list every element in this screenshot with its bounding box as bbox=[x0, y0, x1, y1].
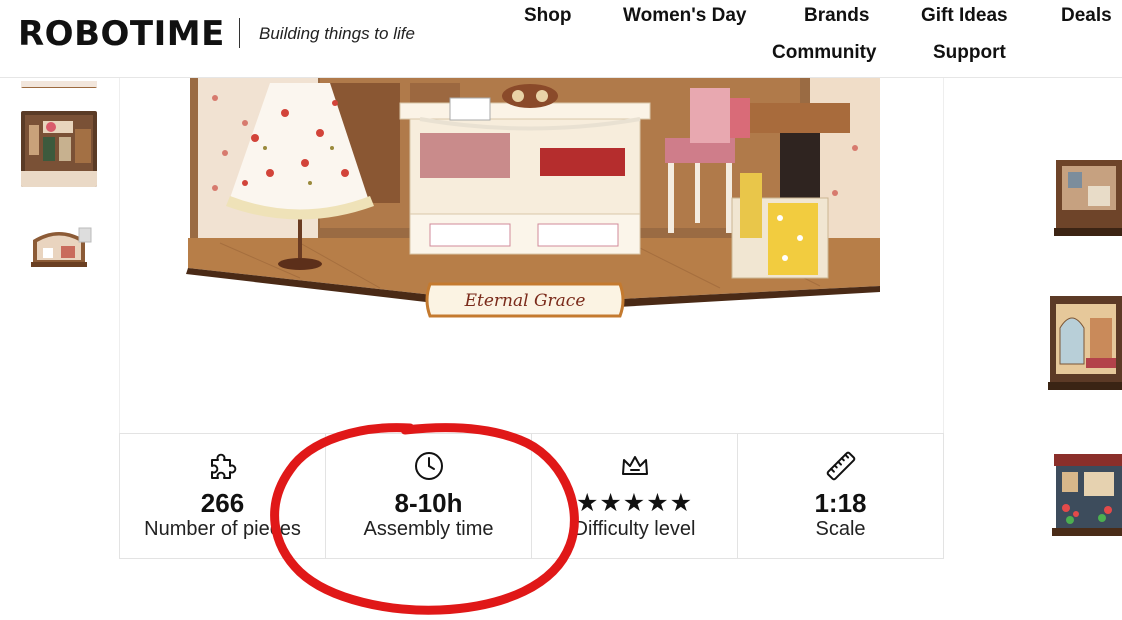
product-specs: 266 Number of pieces 8-10h Assembly time… bbox=[119, 433, 944, 559]
thumbnail-3[interactable] bbox=[21, 222, 97, 274]
site-header: ROBOTIME Building things to life Shop Wo… bbox=[0, 0, 1122, 78]
main-product-image[interactable]: Eternal Grace bbox=[119, 78, 944, 433]
spec-pieces-label: Number of pieces bbox=[144, 518, 301, 540]
difficulty-stars: ★★★★★ bbox=[575, 489, 694, 517]
logo-divider bbox=[239, 18, 240, 48]
spec-pieces-value: 266 bbox=[200, 488, 245, 518]
nav-community[interactable]: Community bbox=[772, 42, 877, 64]
spec-scale-label: Scale bbox=[815, 518, 866, 540]
nav-brands[interactable]: Brands bbox=[804, 5, 869, 27]
thumbnail-2[interactable] bbox=[21, 111, 97, 187]
spec-assembly-time: 8-10h Assembly time bbox=[326, 434, 532, 558]
nav-shop[interactable]: Shop bbox=[524, 5, 572, 27]
crown-icon bbox=[618, 450, 652, 482]
nav-support[interactable]: Support bbox=[933, 42, 1006, 64]
spec-difficulty: ★★★★★ Difficulty level bbox=[532, 434, 738, 558]
ruler-icon bbox=[824, 450, 858, 482]
related-product-2[interactable] bbox=[1046, 288, 1122, 396]
spec-pieces: 266 Number of pieces bbox=[120, 434, 326, 558]
puzzle-icon bbox=[206, 450, 240, 482]
spec-difficulty-label: Difficulty level bbox=[573, 518, 696, 540]
spec-scale: 1:18 Scale bbox=[738, 434, 943, 558]
related-product-1[interactable] bbox=[1046, 150, 1122, 242]
related-product-3[interactable] bbox=[1046, 448, 1122, 546]
spec-scale-value: 1:18 bbox=[814, 488, 867, 518]
related-product-0[interactable] bbox=[1046, 78, 1122, 86]
thumbnail-1[interactable] bbox=[21, 78, 97, 88]
spec-assembly-time-value: 8-10h bbox=[394, 488, 463, 518]
nav-gift-ideas[interactable]: Gift Ideas bbox=[921, 5, 1008, 27]
brand-logo[interactable]: ROBOTIME bbox=[18, 14, 225, 54]
clock-icon bbox=[412, 450, 446, 482]
nav-womens-day[interactable]: Women's Day bbox=[623, 5, 746, 27]
sign-text: Eternal Grace bbox=[464, 291, 586, 311]
nav-deals[interactable]: Deals bbox=[1061, 5, 1112, 27]
spec-assembly-time-label: Assembly time bbox=[363, 518, 494, 540]
brand-tagline: Building things to life bbox=[259, 24, 415, 43]
